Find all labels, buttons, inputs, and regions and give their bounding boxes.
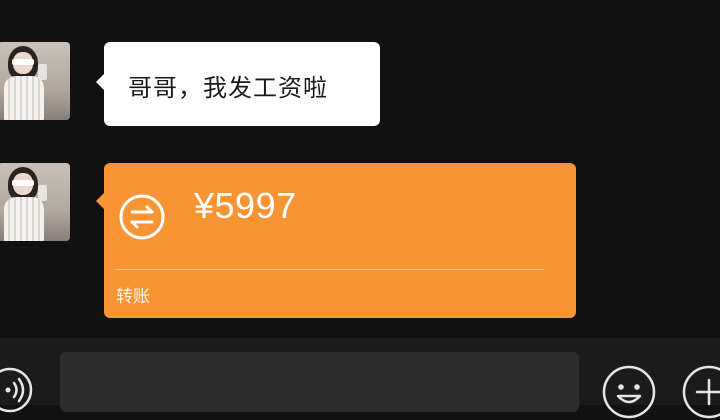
message-text: 哥哥，我发工资啦 [128,74,328,102]
message-input[interactable] [60,352,579,412]
message-bubble[interactable]: 哥哥，我发工资啦 [96,42,380,126]
avatar[interactable] [0,163,70,241]
chat-area: 哥哥，我发工资啦 ¥5997 转账 [0,0,720,338]
transfer-amount: ¥5997 [194,185,297,226]
voice-icon[interactable] [0,366,34,414]
avatar[interactable] [0,42,70,120]
transfer-label: 转账 [116,287,150,307]
input-bar [0,338,720,419]
transfer-card[interactable]: ¥5997 转账 [96,163,576,318]
divider [116,269,544,270]
transfer-icon [119,194,165,240]
emoji-icon[interactable] [601,364,657,420]
plus-icon[interactable] [681,364,720,420]
